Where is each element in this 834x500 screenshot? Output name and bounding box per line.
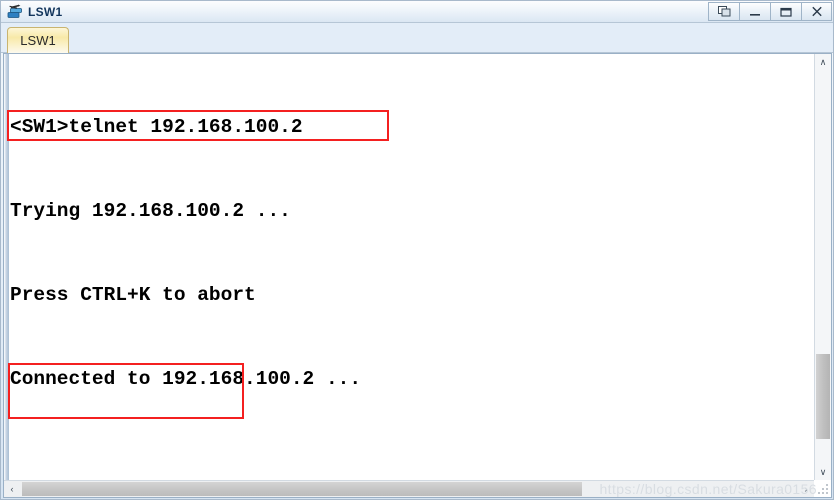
terminal-line: Connected to 192.168.100.2 ... [10, 368, 362, 390]
terminal-pane: <SW1>telnet 192.168.100.2 Trying 192.168… [3, 53, 832, 498]
tab-lsw1[interactable]: LSW1 [7, 27, 69, 53]
vertical-scroll-thumb[interactable] [816, 354, 830, 439]
resize-grip-icon[interactable] [816, 482, 830, 496]
horizontal-scrollbar[interactable]: ‹ › [4, 480, 814, 497]
terminal-left-rail [4, 54, 9, 497]
maximize-icon [780, 7, 792, 17]
switch-icon [7, 4, 22, 18]
window-title: LSW1 [28, 4, 63, 19]
tab-label: LSW1 [20, 33, 56, 48]
scroll-up-icon[interactable]: ∧ [815, 54, 831, 70]
minimize-icon [750, 13, 760, 16]
terminal-text: <SW1>telnet 192.168.100.2 Trying 192.168… [10, 57, 813, 479]
close-icon [811, 6, 822, 17]
terminal-line: <SW1>telnet 192.168.100.2 [10, 116, 303, 138]
terminal-output[interactable]: <SW1>telnet 192.168.100.2 Trying 192.168… [10, 54, 813, 479]
maximize-button[interactable] [770, 2, 801, 21]
window-controls [708, 2, 832, 21]
terminal-line: Trying 192.168.100.2 ... [10, 200, 291, 222]
restore-button[interactable] [708, 2, 739, 21]
restore-icon [717, 6, 730, 17]
terminal-line: Press CTRL+K to abort [10, 284, 256, 306]
terminal-window: LSW1 LSW1 <SW1>telnet 192.168.100.2 Tryi… [0, 0, 834, 500]
scroll-down-icon[interactable]: ∨ [815, 464, 831, 480]
scroll-left-icon[interactable]: ‹ [4, 481, 20, 497]
scroll-right-icon[interactable]: › [798, 481, 814, 497]
title-bar: LSW1 [1, 1, 833, 23]
vertical-scrollbar[interactable]: ∧ ∨ [814, 54, 831, 480]
minimize-button[interactable] [739, 2, 770, 21]
tab-strip: LSW1 [1, 23, 833, 53]
horizontal-scroll-thumb[interactable] [22, 482, 582, 496]
close-button[interactable] [801, 2, 832, 21]
